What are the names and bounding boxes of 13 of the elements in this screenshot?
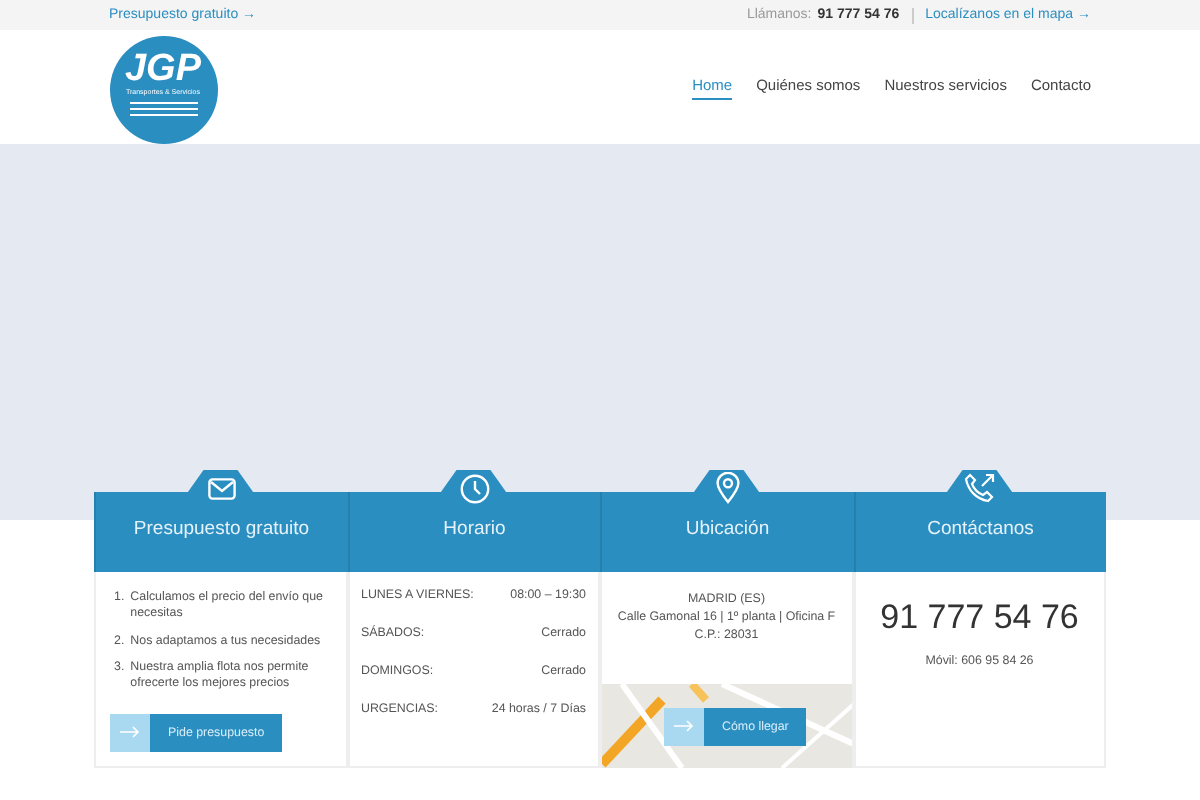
phone-number: 91 777 54 76 (878, 596, 1081, 638)
arrow-icon (674, 720, 694, 732)
clock-icon (459, 473, 490, 503)
envelope-icon (207, 477, 236, 499)
location-pin-icon (715, 472, 740, 504)
card-title: Contáctanos (927, 518, 1034, 540)
phone-call-icon (964, 472, 997, 504)
card-title: Presupuesto gratuito (133, 518, 310, 540)
card-title: Ubicación (685, 518, 770, 540)
arrow-icon (120, 726, 140, 739)
stripes-icon (129, 102, 197, 120)
logo-letters: JGP (124, 50, 202, 88)
card-title: Horario (443, 518, 506, 540)
